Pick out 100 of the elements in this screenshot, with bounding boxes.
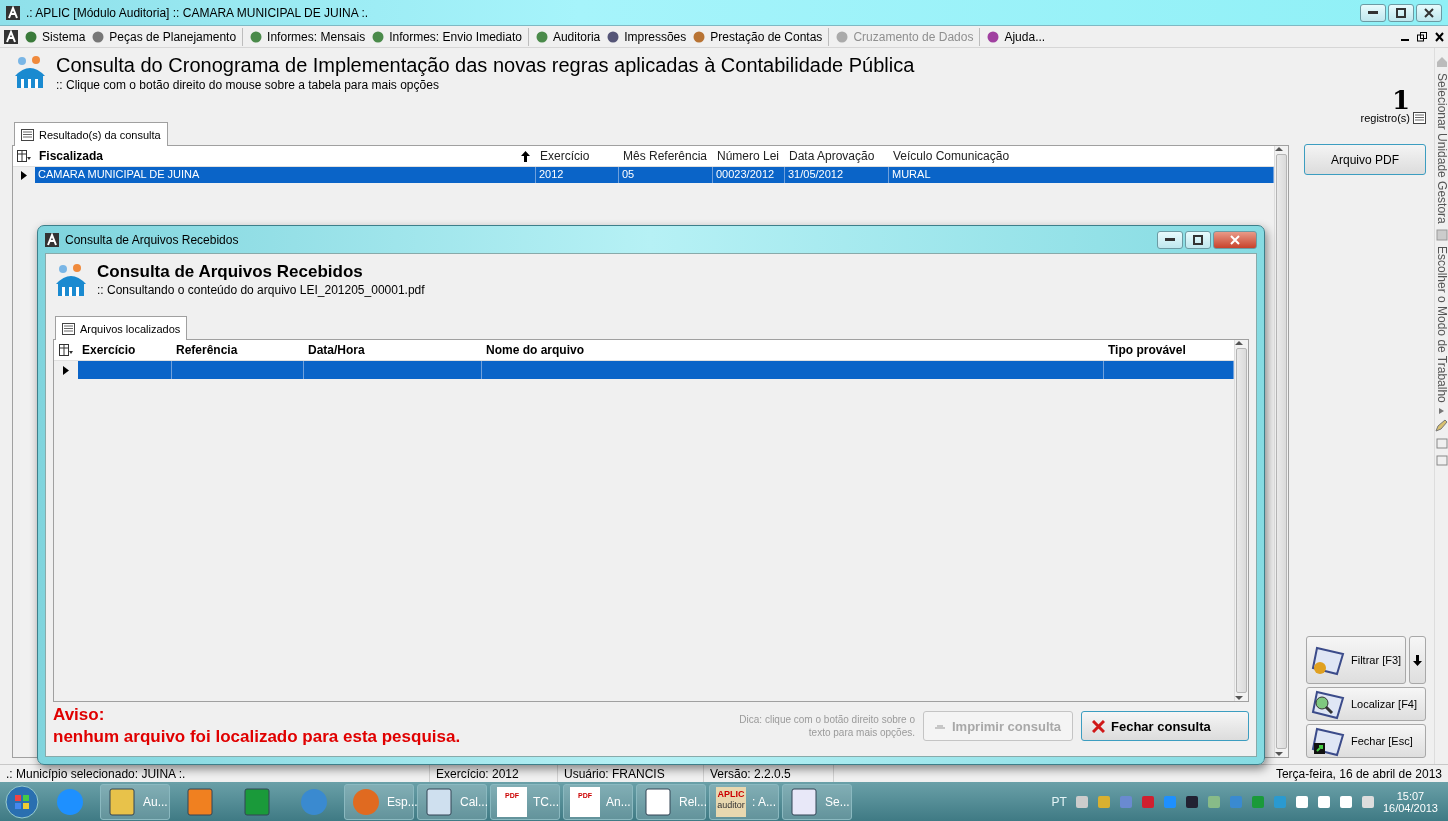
pencil-icon[interactable] xyxy=(1435,418,1448,432)
restore-button[interactable] xyxy=(1388,3,1414,22)
paint-app-icon xyxy=(789,786,819,817)
tray-icon[interactable] xyxy=(1074,794,1089,809)
close-icon xyxy=(1230,234,1240,245)
column-header[interactable]: Tipo provável xyxy=(1104,343,1234,357)
column-header[interactable]: Nome do arquivo xyxy=(482,343,1104,357)
minimize-button[interactable] xyxy=(1360,3,1386,22)
table-cell: 00023/2012 xyxy=(713,167,785,183)
clock[interactable]: 15:07 16/04/2013 xyxy=(1382,789,1438,814)
tray-icon[interactable] xyxy=(1184,794,1199,809)
dropdown-button[interactable] xyxy=(1409,636,1426,684)
row-pointer-icon xyxy=(63,365,69,375)
column-header[interactable]: Exercício xyxy=(78,343,172,357)
menu-item[interactable]: Informes: Mensais xyxy=(249,29,366,44)
column-header[interactable]: Data/Hora xyxy=(304,343,482,357)
restore-icon[interactable] xyxy=(1417,31,1427,42)
window-title: .: APLIC [Módulo Auditoria] :: CAMARA MUNICIPAL DE JUINA :. xyxy=(26,5,369,20)
ie-app-icon xyxy=(55,786,85,817)
menu-item[interactable]: Auditoria xyxy=(534,29,601,44)
minimize-button[interactable] xyxy=(1157,230,1183,249)
scroll-down-icon[interactable] xyxy=(1275,751,1283,757)
menu-item[interactable]: Informes: Envio Imediato xyxy=(371,29,522,44)
minimize-icon xyxy=(1165,237,1175,242)
tab[interactable]: Arquivos localizados xyxy=(55,316,188,340)
grid-icon xyxy=(21,128,34,141)
close-button[interactable] xyxy=(1416,3,1442,22)
menu-item-icon xyxy=(986,29,1001,44)
maximize-button[interactable] xyxy=(1185,230,1211,249)
dialog-heading: Consulta de Arquivos Recebidos xyxy=(97,262,364,282)
scrollbar[interactable] xyxy=(1234,340,1248,701)
table-cell: 31/05/2012 xyxy=(785,167,889,183)
warning-message: nenhum arquivo foi localizado para esta pesquisa. xyxy=(53,726,461,748)
tray-icon[interactable] xyxy=(1360,794,1375,809)
close-icon xyxy=(1424,7,1434,18)
aplic-app-icon: APLIC auditor xyxy=(716,786,746,817)
firefox-app-icon xyxy=(351,786,381,817)
window-exit-icon xyxy=(1311,725,1345,757)
column-header-label: Fiscalizada xyxy=(39,149,104,163)
tray-icon[interactable] xyxy=(1294,794,1309,809)
sort-arrow-icon[interactable] xyxy=(521,150,530,162)
table-cell: MURAL xyxy=(889,167,1274,183)
status-date: Terça-feira, 16 de abril de 2013 xyxy=(1275,766,1443,781)
menu-item-icon xyxy=(91,29,106,44)
down-arrow-icon xyxy=(1413,654,1423,666)
column-header[interactable]: Número Lei xyxy=(713,149,785,163)
wifi-app-icon xyxy=(299,786,329,817)
menu-item-icon xyxy=(249,29,264,44)
dialog-logo-icon xyxy=(45,232,59,247)
restore-icon xyxy=(1396,7,1406,18)
filter-button[interactable]: Filtrar [F3] xyxy=(1306,636,1407,684)
calc-app-icon xyxy=(424,786,454,817)
exit-button[interactable]: Fechar [Esc] xyxy=(1306,724,1426,758)
find-button[interactable]: Localizar [F4] xyxy=(1306,687,1426,721)
close-icon[interactable] xyxy=(1435,31,1444,42)
pdf-button[interactable]: Arquivo PDF xyxy=(1304,144,1426,175)
table-cell: CAMARA MUNICIPAL DE JUINA xyxy=(35,167,536,183)
menu-item[interactable]: Sistema xyxy=(24,29,86,44)
page-subtitle: :: Clique com o botão direito do mouse sobre a tabela para mais opções xyxy=(56,78,440,92)
menu-item-icon xyxy=(692,29,707,44)
scroll-up-icon[interactable] xyxy=(1235,340,1243,346)
side-tab[interactable]: Selecionar Unidade Gestora xyxy=(1434,73,1448,224)
folder-app-icon xyxy=(107,786,137,817)
tray-icon[interactable] xyxy=(1316,794,1331,809)
column-chooser-icon[interactable] xyxy=(17,150,31,162)
table-cell: 2012 xyxy=(536,167,619,183)
menu-item[interactable]: Impressões xyxy=(606,29,687,44)
menu-item[interactable]: Peças de Planejamento xyxy=(91,29,237,44)
column-header[interactable]: Data Aprovação xyxy=(785,149,889,163)
close-icon xyxy=(1092,719,1105,733)
chart-app-icon xyxy=(242,786,272,817)
column-header[interactable]: Veículo Comunicação xyxy=(889,149,1274,163)
scroll-down-icon[interactable] xyxy=(1235,695,1243,701)
tray-icon[interactable] xyxy=(1338,794,1353,809)
menu-item-icon xyxy=(606,29,621,44)
page-title: Consulta do Cronograma de Implementação das novas regras aplicadas à Contabilidade Pública xyxy=(56,54,915,77)
column-chooser-icon[interactable] xyxy=(59,344,73,356)
column-header[interactable]: Mês Referência xyxy=(619,149,713,163)
menu-item-icon xyxy=(24,29,38,44)
doc-app-icon xyxy=(643,786,673,817)
column-header[interactable]: Fiscalizada xyxy=(35,149,536,163)
scrollbar[interactable] xyxy=(1274,146,1288,757)
caret-icon xyxy=(1439,407,1444,414)
scroll-up-icon[interactable] xyxy=(1275,146,1283,152)
column-header[interactable]: Referência xyxy=(172,343,304,357)
menu-item-icon xyxy=(534,29,549,44)
close-query-button[interactable]: Fechar consulta xyxy=(1081,711,1249,741)
menu-item-icon xyxy=(371,29,386,44)
dialog-title: Consulta de Arquivos Recebidos xyxy=(65,232,239,247)
column-header[interactable]: Exercício xyxy=(536,149,619,163)
tab[interactable]: Resultado(s) da consulta xyxy=(14,122,168,146)
record-count: 1 xyxy=(1391,88,1410,112)
menu-item[interactable]: Ajuda... xyxy=(986,29,1046,44)
menu-item[interactable]: Prestação de Contas xyxy=(692,29,823,44)
house-icon xyxy=(1435,56,1448,68)
start-button-icon[interactable] xyxy=(4,783,40,820)
list-icon xyxy=(1413,112,1426,124)
warning-title: Aviso: xyxy=(53,704,106,726)
window-gear-icon xyxy=(1311,644,1345,676)
side-tab[interactable]: Escolher o Modo de Trabalho xyxy=(1434,245,1448,403)
